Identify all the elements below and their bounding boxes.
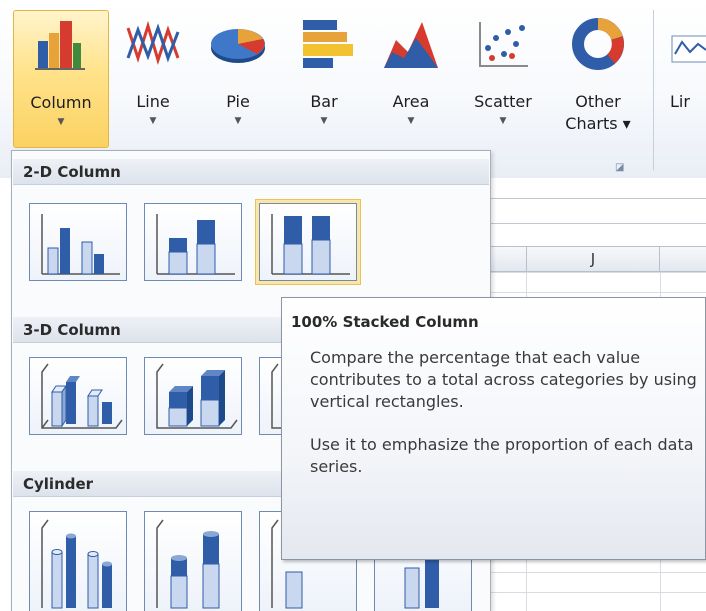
chart-type-tooltip: 100% Stacked Column Compare the percenta… — [281, 297, 706, 560]
other-charts-label-line1: Other — [575, 92, 621, 111]
line-button-label: Line — [136, 92, 170, 111]
other-charts-button[interactable]: Other Charts ▾ — [552, 10, 644, 148]
stacked-column-icon — [156, 214, 235, 275]
chevron-down-icon: ▼ — [149, 116, 157, 126]
tooltip-title: 100% Stacked Column — [291, 313, 479, 331]
column-chart-icon — [35, 21, 85, 70]
3d-clustered-column-icon — [41, 363, 123, 429]
100-percent-stacked-column-icon — [271, 214, 350, 275]
chevron-down-icon: ▼ — [57, 117, 65, 127]
bar-chart-icon — [303, 20, 353, 68]
area-chart-button[interactable]: Area ▼ — [378, 10, 444, 148]
ribbon-group-separator — [653, 10, 654, 170]
chevron-down-icon: ▼ — [320, 116, 328, 126]
bar-chart-button[interactable]: Bar ▼ — [292, 10, 356, 148]
pie-button-label: Pie — [226, 92, 250, 111]
pie-chart-button[interactable]: Pie ▼ — [205, 10, 271, 148]
column-button-label: Column — [30, 93, 92, 112]
chevron-down-icon: ▼ — [234, 116, 242, 126]
column-chart-button[interactable]: Column ▼ — [13, 10, 109, 148]
clustered-cylinder-thumbnail[interactable] — [29, 511, 127, 611]
scatter-chart-button[interactable]: Scatter ▼ — [464, 10, 542, 148]
sparkline-icon — [671, 35, 706, 63]
bar-button-label: Bar — [310, 92, 338, 111]
sparkline-line-button[interactable]: Lir — [670, 10, 706, 148]
gallery-section-2d-column: 2-D Column — [13, 159, 489, 185]
line-chart-icon — [126, 20, 180, 66]
other-charts-label-line2: Charts ▾ — [565, 114, 631, 133]
donut-chart-icon — [572, 18, 624, 70]
stacked-cylinder-icon — [156, 519, 220, 609]
clustered-column-thumbnail[interactable] — [29, 203, 127, 281]
pie-chart-icon — [211, 29, 265, 63]
3d-clustered-column-thumbnail[interactable] — [29, 357, 127, 435]
chevron-down-icon: ▼ — [407, 116, 415, 126]
clustered-column-icon — [41, 214, 120, 275]
area-button-label: Area — [392, 92, 430, 111]
100-percent-stacked-column-thumbnail[interactable] — [259, 203, 357, 281]
formula-bar[interactable] — [490, 198, 706, 224]
line-chart-button[interactable]: Line ▼ — [121, 10, 185, 148]
stacked-cylinder-thumbnail[interactable] — [144, 511, 242, 611]
column-header-j[interactable]: J — [526, 247, 660, 271]
stacked-column-thumbnail[interactable] — [144, 203, 242, 281]
area-chart-icon — [384, 22, 438, 68]
column-headers: J — [490, 246, 706, 272]
sparkline-line-label: Lir — [670, 92, 690, 111]
chevron-down-icon: ▼ — [499, 116, 507, 126]
dialog-launcher-icon[interactable]: ◪ — [615, 162, 624, 173]
tooltip-usage: Use it to emphasize the proportion of ea… — [310, 435, 694, 476]
scatter-chart-icon — [479, 22, 528, 67]
scatter-button-label: Scatter — [474, 92, 532, 111]
3d-stacked-column-thumbnail[interactable] — [144, 357, 242, 435]
clustered-cylinder-icon — [41, 519, 112, 609]
3d-stacked-column-icon — [156, 363, 238, 429]
tooltip-description: Compare the percentage that each value c… — [310, 348, 697, 411]
